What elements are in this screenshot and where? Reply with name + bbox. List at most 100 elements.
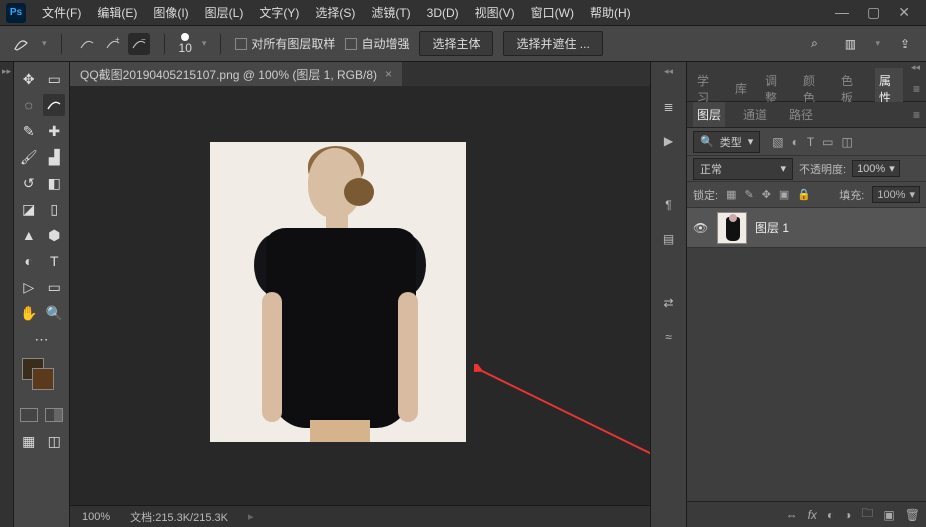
layer-filter-kind-select[interactable]: 🔍类型▾ (693, 131, 760, 153)
left-collapse-strip[interactable]: ▸▸ (0, 62, 14, 527)
filter-smart-icon[interactable]: ◫ (842, 135, 853, 149)
doc-size-info[interactable]: 文档:215.3K/215.3K (130, 509, 228, 525)
menu-layer[interactable]: 图层(L) (197, 0, 252, 25)
actions-panel-icon[interactable]: ▶ (659, 131, 679, 151)
standard-mode-icon[interactable] (20, 408, 38, 422)
quickmask-mode-icon[interactable] (45, 408, 63, 422)
delete-layer-icon[interactable]: 🗑 (905, 508, 920, 522)
filter-pixel-icon[interactable]: ▧ (772, 135, 783, 149)
select-subject-button[interactable]: 选择主体 (419, 31, 493, 56)
document-tab[interactable]: QQ截图20190405215107.png @ 100% (图层 1, RGB… (70, 62, 402, 86)
new-layer-icon[interactable]: ▣ (883, 508, 894, 522)
brush-tool[interactable]: 🖌 (18, 146, 40, 168)
sample-all-layers-checkbox[interactable]: 对所有图层取样 (235, 35, 335, 52)
tab-channels[interactable]: 通道 (739, 102, 771, 127)
gradient-tool[interactable]: ◧ (43, 172, 65, 194)
zoom-value[interactable]: 100% (82, 511, 110, 523)
close-button[interactable]: ✕ (898, 4, 910, 21)
menu-type[interactable]: 文字(Y) (251, 0, 307, 25)
character-panel-icon[interactable]: ▤ (659, 229, 679, 249)
dodge-tool[interactable]: ◐ (18, 250, 40, 272)
filter-adjust-icon[interactable]: ◐ (792, 135, 799, 149)
lasso-tool[interactable]: ◌ (18, 94, 40, 116)
tool-preset-icon[interactable] (10, 33, 32, 55)
lock-position-icon[interactable]: ✥ (762, 188, 771, 201)
layers-panel-menu-icon[interactable]: ≡ (913, 108, 920, 122)
right-panels: ◂◂ 学习 库 调整 颜色 色板 属性 ≡ 图层 通道 路径 ≡ 🔍类型▾ ▧ … (686, 62, 926, 527)
collapse-strip-icon[interactable]: ◂◂ (664, 66, 673, 77)
healing-brush-tool[interactable]: ✚ (43, 120, 65, 142)
canvas-viewport[interactable] (70, 86, 650, 505)
blur-tool[interactable]: ⬢ (43, 224, 65, 246)
maximize-button[interactable]: ▢ (867, 4, 880, 21)
styles-panel-icon[interactable]: ≈ (659, 327, 679, 347)
history-panel-icon[interactable]: ≣ (659, 97, 679, 117)
minimize-button[interactable]: — (835, 4, 849, 21)
paragraph-panel-icon[interactable]: ¶ (659, 195, 679, 215)
menu-select[interactable]: 选择(S) (307, 0, 363, 25)
status-chevron-icon[interactable]: ▸ (248, 510, 254, 523)
lock-artboard-icon[interactable]: ▣ (779, 188, 789, 201)
auto-enhance-checkbox[interactable]: 自动增强 (345, 35, 409, 52)
filter-shape-icon[interactable]: ▭ (822, 135, 833, 149)
tab-libraries[interactable]: 库 (731, 76, 751, 101)
visibility-eye-icon[interactable]: 👁 (693, 221, 709, 235)
group-icon[interactable]: 🗀 (861, 504, 873, 525)
move-tool[interactable]: ✥ (18, 68, 40, 90)
adjustments-panel-icon[interactable]: ⇄ (659, 293, 679, 313)
clone-stamp-tool[interactable]: ▟ (43, 146, 65, 168)
eyedropper-tool[interactable]: ✎ (18, 120, 40, 142)
pen-tool[interactable]: ▲ (18, 224, 40, 246)
menu-image[interactable]: 图像(I) (145, 0, 196, 25)
eraser-tool[interactable]: ◪ (18, 198, 40, 220)
screen-mode-icon[interactable]: ▦ (18, 430, 40, 452)
close-tab-icon[interactable]: × (385, 67, 392, 81)
fill-input[interactable]: 100%▾ (872, 186, 920, 203)
layer-name-label[interactable]: 图层 1 (755, 219, 789, 236)
path-selection-tool[interactable]: ▷ (18, 276, 40, 298)
quick-selection-tool[interactable] (43, 94, 65, 116)
blend-mode-select[interactable]: 正常▾ (693, 158, 793, 180)
crop-tool[interactable]: ▯ (43, 198, 65, 220)
menu-edit[interactable]: 编辑(E) (89, 0, 145, 25)
background-color[interactable] (32, 368, 54, 390)
menu-3d[interactable]: 3D(D) (419, 2, 467, 24)
collapsed-panels-strip: ◂◂ ≣ ▶ ¶ ▤ ⇄ ≈ (650, 62, 686, 527)
layer-mask-icon[interactable]: ◐ (827, 508, 834, 522)
panel-menu-icon[interactable]: ≡ (913, 82, 920, 96)
color-swatches[interactable] (22, 358, 67, 394)
opacity-input[interactable]: 100%▾ (852, 160, 900, 177)
hand-tool[interactable]: ✋ (18, 302, 40, 324)
new-selection-icon[interactable] (76, 33, 98, 55)
type-tool[interactable]: T (43, 250, 65, 272)
tab-layers[interactable]: 图层 (693, 102, 725, 127)
history-brush-tool[interactable]: ↺ (18, 172, 40, 194)
lock-transparent-icon[interactable]: ▦ (726, 188, 736, 201)
zoom-tool[interactable]: 🔍 (43, 302, 65, 324)
edit-toolbar[interactable]: ⋯ (31, 328, 53, 350)
share-icon[interactable]: ⇪ (894, 33, 916, 55)
menu-file[interactable]: 文件(F) (34, 0, 89, 25)
subtract-selection-icon[interactable]: − (128, 33, 150, 55)
shape-tool[interactable]: ▭ (43, 276, 65, 298)
select-and-mask-button[interactable]: 选择并遮住 ... (503, 31, 602, 56)
menu-window[interactable]: 窗口(W) (523, 0, 582, 25)
link-layers-icon[interactable]: ⇔ (786, 508, 798, 522)
layer-thumbnail[interactable] (717, 212, 747, 244)
add-selection-icon[interactable]: + (102, 33, 124, 55)
layer-row[interactable]: 👁 图层 1 (687, 208, 926, 248)
lock-image-icon[interactable]: ✎ (744, 188, 753, 201)
workspace-icon[interactable]: ▥ (839, 33, 861, 55)
tab-paths[interactable]: 路径 (785, 102, 817, 127)
menu-filter[interactable]: 滤镜(T) (363, 0, 418, 25)
menu-help[interactable]: 帮助(H) (582, 0, 639, 25)
search-icon[interactable]: ⌕ (803, 33, 825, 55)
filter-type-icon[interactable]: T (807, 135, 814, 149)
screen-mode-alt-icon[interactable]: ◫ (43, 430, 65, 452)
adjustment-layer-icon[interactable]: ◑ (844, 508, 851, 522)
layer-style-icon[interactable]: fx (808, 508, 817, 522)
lock-all-icon[interactable]: 🔒 (797, 188, 811, 201)
brush-size-picker[interactable]: 10 (179, 33, 192, 55)
menu-view[interactable]: 视图(V) (467, 0, 523, 25)
marquee-tool[interactable]: ▭ (43, 68, 65, 90)
